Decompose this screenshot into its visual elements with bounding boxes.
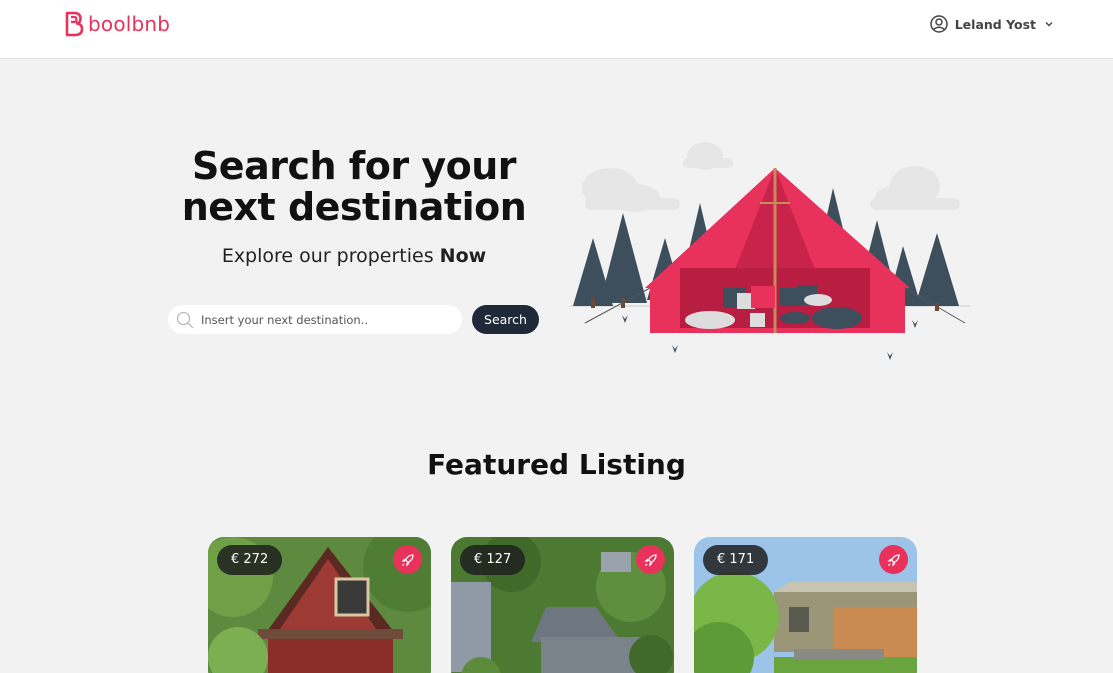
- user-circle-icon: [929, 15, 948, 33]
- chevron-down-icon: [1045, 22, 1053, 27]
- featured-listing-title: Featured Listing: [427, 448, 686, 481]
- camping-tent-illustration: [570, 142, 970, 360]
- price-badge: € 171: [703, 545, 769, 575]
- rocket-icon: [879, 545, 908, 574]
- hero-subtitle-text: Explore our properties: [221, 245, 434, 267]
- listing-card[interactable]: € 272: [208, 537, 431, 673]
- hero-subtitle-emphasis: Now: [439, 245, 487, 267]
- destination-search-input[interactable]: [201, 312, 451, 327]
- listing-card[interactable]: € 127: [451, 537, 674, 673]
- hero-title: Search for your next destination: [181, 144, 527, 229]
- top-navbar: boolbnb Leland Yost: [0, 0, 1113, 59]
- rocket-icon: [393, 545, 422, 574]
- listing-card[interactable]: € 171: [694, 537, 917, 673]
- price-badge: € 272: [217, 545, 283, 575]
- hero-subtitle: Explore our properties Now: [150, 245, 558, 267]
- search-button[interactable]: Search: [472, 305, 539, 334]
- brand-name: boolbnb: [88, 12, 171, 36]
- search-icon: [176, 311, 194, 329]
- rocket-icon: [636, 545, 665, 574]
- search-bar: [168, 305, 462, 334]
- user-menu[interactable]: Leland Yost: [929, 15, 1055, 33]
- brand-logo[interactable]: boolbnb: [64, 11, 170, 37]
- price-badge: € 127: [460, 545, 526, 575]
- user-name: Leland Yost: [954, 16, 1036, 32]
- boolbnb-logo-icon: [65, 11, 84, 37]
